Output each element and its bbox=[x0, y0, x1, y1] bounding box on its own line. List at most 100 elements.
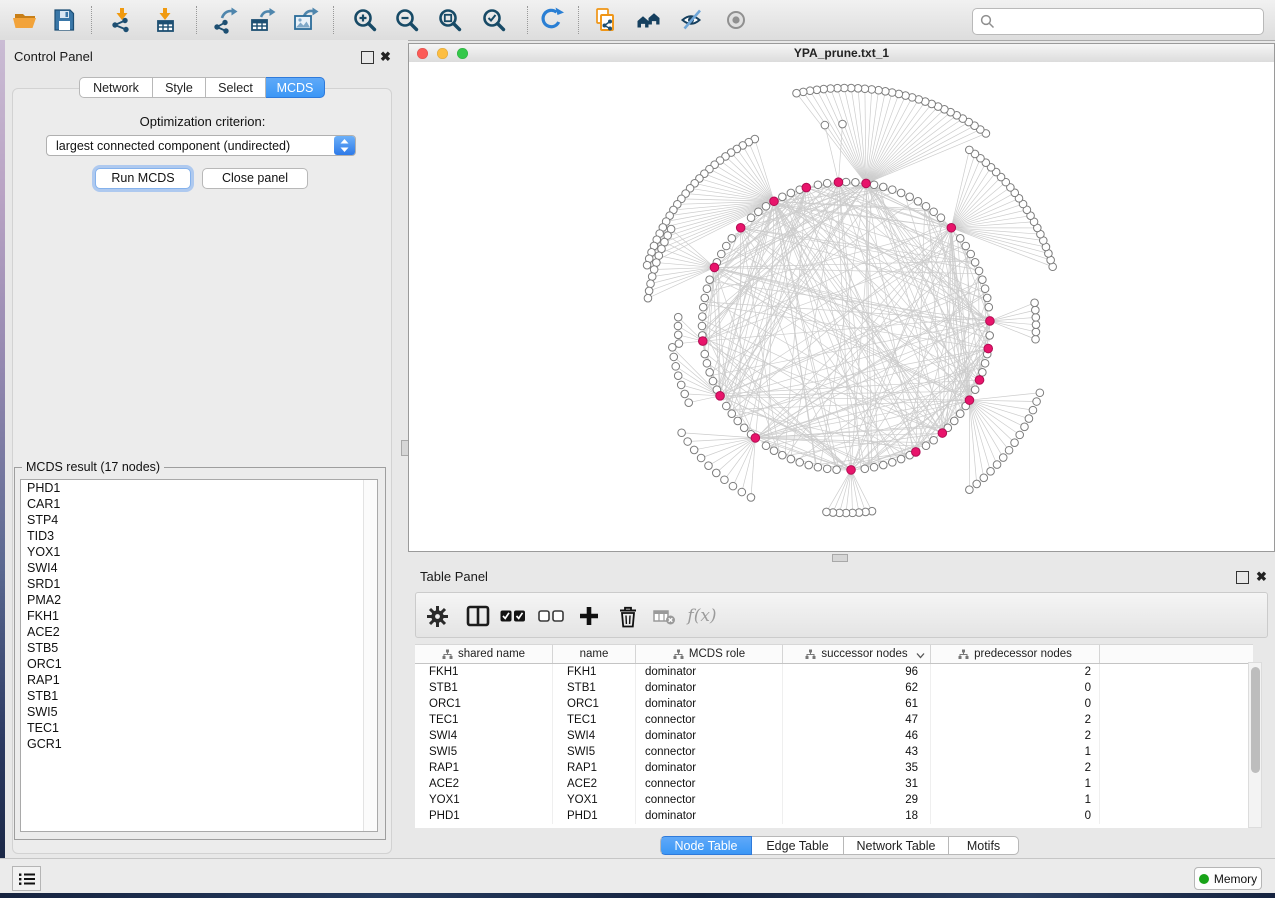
export-network-button[interactable] bbox=[207, 3, 243, 37]
mcds-result-item[interactable]: FKH1 bbox=[21, 608, 377, 624]
delete-table-button bbox=[651, 603, 677, 629]
column-header-filler bbox=[1100, 645, 1253, 663]
tab-network-table[interactable]: Network Table bbox=[844, 836, 949, 855]
mcds-result-item[interactable]: STB5 bbox=[21, 640, 377, 656]
zoom-fit-button[interactable] bbox=[432, 3, 468, 37]
tab-style[interactable]: Style bbox=[153, 77, 206, 98]
show-columns-button[interactable] bbox=[465, 603, 491, 629]
column-header-name[interactable]: name bbox=[553, 645, 636, 663]
zoom-fit-icon bbox=[436, 6, 464, 34]
shared-column-icon bbox=[805, 649, 816, 660]
float-panel-button[interactable] bbox=[1236, 571, 1249, 584]
mcds-result-item[interactable]: STB1 bbox=[21, 688, 377, 704]
scrollbar-track[interactable] bbox=[363, 480, 377, 831]
main-toolbar bbox=[0, 0, 1275, 41]
scrollbar-thumb[interactable] bbox=[1251, 667, 1260, 773]
float-panel-button[interactable] bbox=[361, 51, 374, 64]
toolbar-separator bbox=[578, 6, 579, 34]
create-column-button[interactable] bbox=[576, 603, 602, 629]
toolbar-separator bbox=[196, 6, 197, 34]
mcds-result-item[interactable]: YOX1 bbox=[21, 544, 377, 560]
mcds-result-title: MCDS result (17 nodes) bbox=[22, 460, 164, 474]
mcds-result-item[interactable]: ACE2 bbox=[21, 624, 377, 640]
zoom-in-icon bbox=[351, 6, 379, 34]
cell-mcds_role: dominator bbox=[636, 680, 783, 696]
save-session-button[interactable] bbox=[46, 3, 82, 37]
table-row[interactable]: TEC1TEC1connector472 bbox=[415, 712, 1253, 728]
network-canvas[interactable] bbox=[409, 62, 1274, 551]
column-header-predecessor-nodes[interactable]: predecessor nodes bbox=[931, 645, 1100, 663]
open-file-button[interactable] bbox=[7, 3, 43, 37]
cell-predecessor_nodes: 2 bbox=[931, 728, 1100, 744]
task-history-button[interactable] bbox=[12, 866, 41, 891]
column-header-MCDS-role[interactable]: MCDS role bbox=[636, 645, 783, 663]
mcds-result-list[interactable]: PHD1CAR1STP4TID3YOX1SWI4SRD1PMA2FKH1ACE2… bbox=[20, 479, 378, 832]
column-header-successor-nodes[interactable]: successor nodes bbox=[783, 645, 931, 663]
memory-button[interactable]: Memory bbox=[1194, 867, 1262, 890]
delete-columns-button[interactable] bbox=[615, 603, 641, 629]
table-row[interactable]: ACE2ACE2connector311 bbox=[415, 776, 1253, 792]
tab-select[interactable]: Select bbox=[206, 77, 266, 98]
export-image-button[interactable] bbox=[287, 3, 323, 37]
mcds-result-item[interactable]: SRD1 bbox=[21, 576, 377, 592]
search-input[interactable] bbox=[999, 11, 1263, 33]
table-scrollbar[interactable] bbox=[1248, 662, 1262, 828]
zoom-out-button[interactable] bbox=[389, 3, 425, 37]
mcds-result-item[interactable]: TID3 bbox=[21, 528, 377, 544]
cell-successor_nodes: 96 bbox=[783, 664, 931, 680]
mcds-result-item[interactable]: SWI5 bbox=[21, 704, 377, 720]
table-row[interactable]: RAP1RAP1dominator352 bbox=[415, 760, 1253, 776]
tab-edge-table[interactable]: Edge Table bbox=[752, 836, 844, 855]
zoom-selected-button[interactable] bbox=[476, 3, 512, 37]
optimization-criterion-select[interactable]: largest connected component (undirected) bbox=[46, 135, 356, 156]
toolbar-separator bbox=[527, 6, 528, 34]
cell-name: RAP1 bbox=[553, 760, 636, 776]
fx-icon: f(x) bbox=[687, 606, 716, 626]
shared-column-icon bbox=[673, 649, 684, 660]
mcds-result-item[interactable]: PMA2 bbox=[21, 592, 377, 608]
mcds-result-item[interactable]: PHD1 bbox=[21, 480, 377, 496]
close-panel-button-inner[interactable]: Close panel bbox=[202, 168, 308, 189]
table-row[interactable]: SWI5SWI5connector431 bbox=[415, 744, 1253, 760]
first-neighbors-button[interactable] bbox=[631, 3, 667, 37]
run-mcds-button[interactable]: Run MCDS bbox=[95, 168, 191, 189]
close-panel-button[interactable]: ✖ bbox=[1256, 571, 1267, 582]
clone-network-button[interactable] bbox=[587, 3, 623, 37]
tab-network[interactable]: Network bbox=[79, 77, 153, 98]
cell-mcds_role: connector bbox=[636, 712, 783, 728]
import-table-button[interactable] bbox=[147, 3, 183, 37]
apply-layout-button[interactable] bbox=[533, 3, 569, 37]
mcds-result-item[interactable]: RAP1 bbox=[21, 672, 377, 688]
select-all-button[interactable] bbox=[500, 603, 526, 629]
table-mode-button[interactable] bbox=[424, 603, 450, 629]
cell-predecessor_nodes: 0 bbox=[931, 696, 1100, 712]
mcds-result-item[interactable]: GCR1 bbox=[21, 736, 377, 752]
close-panel-button[interactable]: ✖ bbox=[380, 51, 391, 62]
table-row[interactable]: FKH1FKH1dominator962 bbox=[415, 664, 1253, 680]
column-header-label: name bbox=[580, 648, 609, 660]
mcds-result-item[interactable]: CAR1 bbox=[21, 496, 377, 512]
mcds-result-item[interactable]: TEC1 bbox=[21, 720, 377, 736]
mcds-result-item[interactable]: STP4 bbox=[21, 512, 377, 528]
zoom-in-button[interactable] bbox=[347, 3, 383, 37]
table-row[interactable]: PHD1PHD1dominator180 bbox=[415, 808, 1253, 824]
tab-mcds[interactable]: MCDS bbox=[266, 77, 325, 98]
splitter-grip[interactable] bbox=[832, 554, 848, 562]
tab-node-table[interactable]: Node Table bbox=[660, 836, 752, 855]
column-header-shared-name[interactable]: shared name bbox=[415, 645, 553, 663]
table-panel: Table Panel ✖ bbox=[408, 563, 1275, 858]
tab-motifs[interactable]: Motifs bbox=[949, 836, 1019, 855]
eye-slash-icon bbox=[679, 6, 707, 34]
mcds-result-item[interactable]: SWI4 bbox=[21, 560, 377, 576]
hide-selected-button[interactable] bbox=[675, 3, 711, 37]
table-row[interactable]: STB1STB1dominator620 bbox=[415, 680, 1253, 696]
import-network-button[interactable] bbox=[104, 3, 140, 37]
table-row[interactable]: YOX1YOX1connector291 bbox=[415, 792, 1253, 808]
table-row[interactable]: SWI4SWI4dominator462 bbox=[415, 728, 1253, 744]
export-table-button[interactable] bbox=[244, 3, 280, 37]
table-row[interactable]: ORC1ORC1dominator610 bbox=[415, 696, 1253, 712]
cell-name: PHD1 bbox=[553, 808, 636, 824]
mcds-result-item[interactable]: ORC1 bbox=[21, 656, 377, 672]
control-panel-tabs: NetworkStyleSelectMCDS bbox=[79, 77, 325, 98]
deselect-all-button[interactable] bbox=[538, 603, 564, 629]
